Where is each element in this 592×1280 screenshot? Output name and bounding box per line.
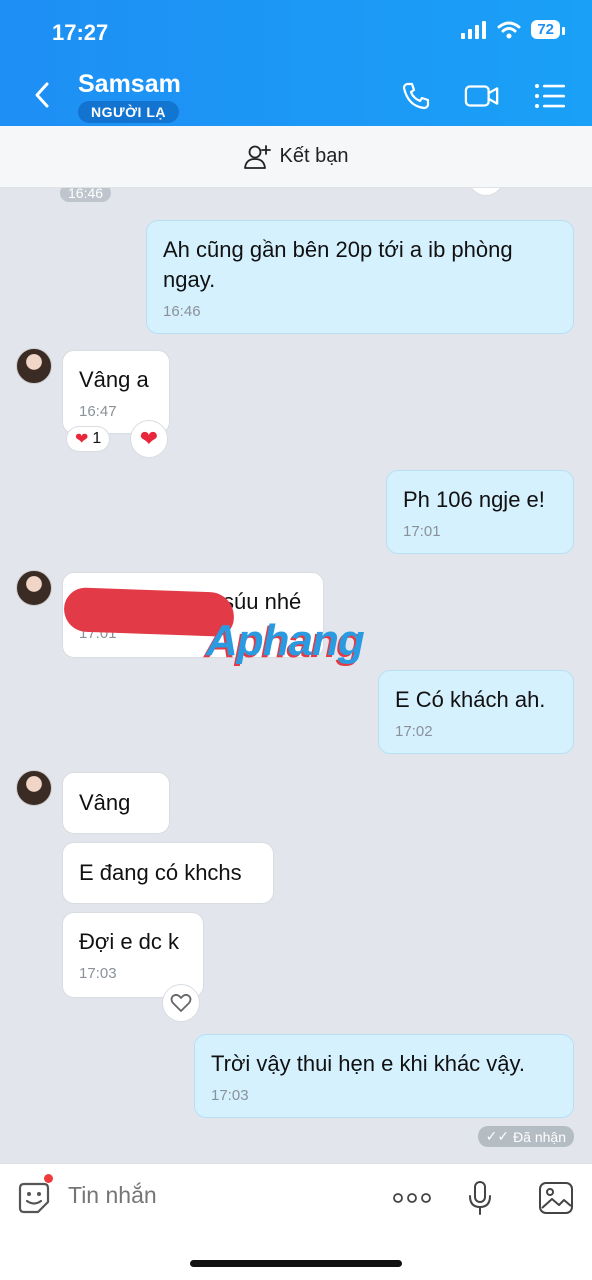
- watermark: Aphang: [206, 616, 365, 665]
- call-button[interactable]: [398, 78, 434, 114]
- heart-filled-icon: ❤: [139, 426, 159, 451]
- list-menu-icon: [535, 84, 565, 108]
- wifi-icon: [497, 21, 521, 38]
- double-check-icon: ✓✓: [485, 1128, 510, 1144]
- more-dots-icon: [393, 1193, 431, 1203]
- message-text: súu nhé: [223, 589, 302, 614]
- sticker-face-icon: [18, 1182, 50, 1214]
- message-time: 16:47: [79, 403, 117, 420]
- message-time: 16:46: [163, 303, 201, 320]
- message-time: 17:03: [211, 1087, 249, 1104]
- message-text: Ah cũng gần bên 20p tới a ib phòng ngay.: [163, 237, 513, 292]
- chat-area[interactable]: 16:46 Ah cũng gần bên 20p tới a ib phòng…: [0, 188, 592, 1163]
- message-text: E đang có khchs: [79, 860, 242, 885]
- message-outgoing[interactable]: E Có khách ah. 17:02: [378, 670, 574, 754]
- video-camera-icon: [464, 85, 499, 107]
- image-button[interactable]: [536, 1178, 576, 1218]
- contact-avatar[interactable]: [16, 348, 52, 384]
- message-outgoing[interactable]: Ah cũng gần bên 20p tới a ib phòng ngay.…: [146, 220, 574, 334]
- phone-icon: [402, 82, 430, 110]
- message-input[interactable]: [68, 1182, 368, 1209]
- contact-name[interactable]: Samsam: [78, 70, 181, 99]
- signal-icon: [461, 20, 487, 39]
- status-time: 17:27: [52, 20, 109, 45]
- message-text: Vâng: [79, 790, 131, 815]
- heart-icon: ❤: [75, 431, 89, 448]
- message-outgoing[interactable]: Ph 106 ngje e! 17:01: [386, 470, 574, 554]
- home-indicator[interactable]: [190, 1260, 402, 1267]
- image-icon: [539, 1182, 573, 1214]
- add-user-icon: [243, 144, 271, 169]
- message-time: 17:03: [79, 965, 117, 982]
- battery-indicator: 72: [531, 20, 565, 39]
- back-button[interactable]: [28, 78, 56, 112]
- message-time: 17:01: [403, 523, 441, 540]
- menu-button[interactable]: [532, 78, 568, 114]
- message-time: 17:02: [395, 723, 433, 740]
- delivery-status-text: Đã nhận: [513, 1128, 566, 1145]
- message-outgoing[interactable]: Trời vậy thui hẹn e khi khác vậy. 17:03: [194, 1034, 574, 1118]
- message-text: Ph 106 ngje e!: [403, 487, 545, 512]
- microphone-icon: [469, 1181, 491, 1215]
- heart-outline-icon: [170, 993, 192, 1012]
- message-text: Vâng a: [79, 367, 149, 392]
- video-call-button[interactable]: [464, 78, 500, 114]
- delivery-status: ✓✓ Đã nhận: [477, 1126, 574, 1147]
- notification-dot: [44, 1174, 53, 1183]
- message-text: Đợi e dc k: [79, 929, 180, 954]
- more-options-button[interactable]: [392, 1178, 432, 1218]
- reaction-count: 1: [92, 430, 102, 447]
- contact-avatar[interactable]: [16, 570, 52, 606]
- add-friend-label: Kết bạn: [279, 145, 349, 167]
- reaction-button[interactable]: [468, 188, 504, 196]
- status-icons: 72: [461, 20, 565, 39]
- message-incoming[interactable]: E đang có khchs: [62, 842, 274, 904]
- reaction-button[interactable]: [162, 984, 200, 1022]
- message-text: Trời vậy thui hẹn e khi khác vậy.: [211, 1051, 526, 1076]
- add-friend-button[interactable]: Kết bạn: [0, 126, 592, 188]
- stranger-badge: NGƯỜI LẠ: [78, 101, 179, 123]
- time-chip: 16:46: [60, 188, 112, 202]
- sticker-button[interactable]: [16, 1180, 52, 1216]
- message-text: E Có khách ah.: [395, 687, 546, 712]
- chat-header: 17:27 72 Samsam NGƯỜI LẠ: [0, 0, 592, 126]
- chevron-left-icon: [35, 82, 49, 108]
- contact-avatar[interactable]: [16, 770, 52, 806]
- message-incoming[interactable]: Vâng: [62, 772, 170, 834]
- reaction-summary[interactable]: ❤ 1: [66, 426, 111, 452]
- voice-button[interactable]: [460, 1178, 500, 1218]
- reaction-button[interactable]: ❤: [130, 420, 168, 458]
